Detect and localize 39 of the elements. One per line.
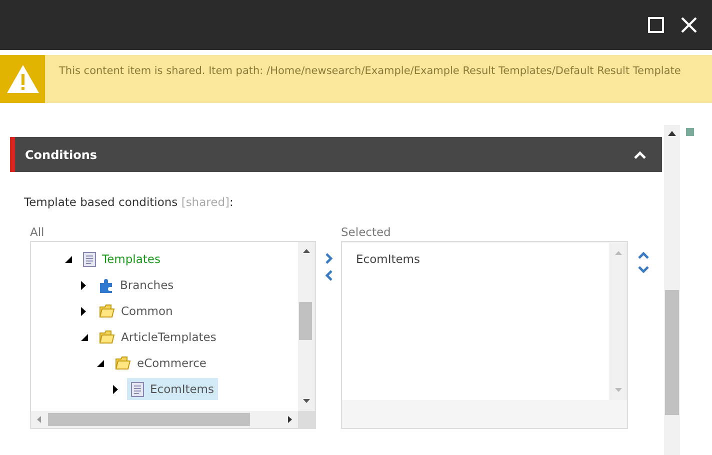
expand-toggle-icon[interactable]	[113, 384, 118, 394]
document-icon	[131, 382, 144, 397]
tree-item[interactable]: Branches	[95, 274, 178, 296]
move-down-icon[interactable]	[638, 266, 648, 274]
scroll-up-icon[interactable]	[668, 131, 676, 136]
collapse-toggle-icon[interactable]	[65, 256, 72, 263]
tree-item[interactable]: eCommerce	[111, 352, 210, 374]
folder-icon	[99, 330, 115, 344]
list-item[interactable]: EcomItems	[356, 251, 609, 270]
scroll-up-icon[interactable]	[303, 249, 310, 254]
folder-icon	[115, 356, 131, 370]
maximize-icon[interactable]	[648, 17, 664, 33]
section-title: Conditions	[25, 146, 98, 164]
folder-icon	[99, 304, 115, 318]
close-icon[interactable]	[680, 16, 698, 34]
tree-item[interactable]: EcomItems	[127, 378, 218, 400]
tree-item[interactable]: ArticleTemplates	[95, 326, 220, 348]
scrollbar-thumb[interactable]	[299, 302, 312, 340]
collapse-toggle-icon[interactable]	[97, 360, 104, 367]
document-icon	[83, 252, 96, 267]
status-marker	[686, 128, 694, 136]
scroll-right-icon[interactable]	[288, 416, 292, 424]
list-label: All	[30, 224, 46, 242]
list-label: Selected	[341, 224, 392, 242]
expand-toggle-icon[interactable]	[81, 306, 86, 316]
tree-item[interactable]: Templates	[79, 248, 164, 270]
move-up-icon[interactable]	[638, 252, 648, 260]
scrollbar-thumb[interactable]	[48, 413, 250, 426]
scroll-down-icon[interactable]	[303, 399, 310, 404]
warning-icon	[6, 64, 40, 94]
collapse-icon[interactable]	[634, 150, 646, 158]
expand-toggle-icon[interactable]	[81, 280, 86, 290]
puzzle-icon	[99, 278, 114, 293]
field-label: Template based conditions [shared]:	[24, 194, 234, 211]
collapse-toggle-icon[interactable]	[81, 334, 88, 341]
warning-message: This content item is shared. Item path: /Home/newsearch/Example/Example Result Templates/Default Result Template	[59, 64, 682, 79]
tree-item[interactable]: Common	[95, 300, 177, 322]
section-header[interactable]: Conditions	[10, 137, 662, 172]
scrollbar-thumb[interactable]	[665, 290, 679, 415]
